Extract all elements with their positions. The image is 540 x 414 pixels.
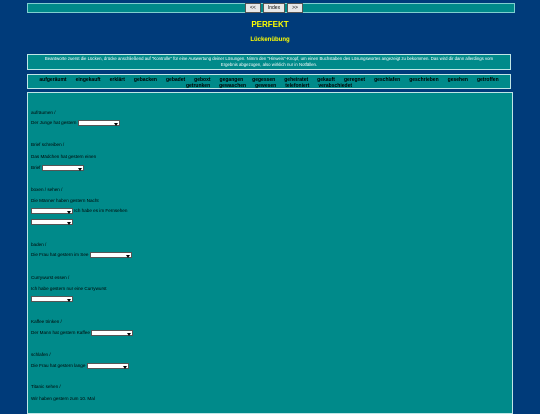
- prev-button[interactable]: <<: [245, 3, 261, 13]
- word-bank: aufgeräumt eingekauft erklärt gebacken gebad…: [27, 74, 511, 89]
- wordbank-item: gesehen: [447, 77, 468, 83]
- sentence: Die Frau hat gestern im See: [31, 252, 132, 258]
- sentence-text: Die Frau hat gestern im See: [31, 252, 89, 258]
- wordbank-item: gebacken: [133, 77, 157, 83]
- sentence: Der Junge hat gestern: [31, 120, 120, 126]
- chevron-down-icon: [67, 298, 71, 302]
- exercise-area: aufräumen / Der Junge hat gestern Brief …: [27, 92, 513, 414]
- sentence: Der Mann hat gestern Kaffee: [31, 330, 134, 336]
- sentence-text: Die Männer haben gestern Nacht: [31, 198, 99, 203]
- cue-text: Currywurst essen /: [31, 275, 70, 280]
- sentence-text: Das Mädchen hat gestern einen: [31, 154, 97, 159]
- wordbank-item: gewaschen: [219, 83, 247, 89]
- cue-text: Titanic sehen /: [31, 384, 61, 389]
- gap-select[interactable]: [41, 165, 84, 171]
- sentence-text: Brief: [31, 165, 41, 171]
- instructions: Beantworte zuerst die Lücken, drücke ans…: [27, 54, 511, 70]
- wordbank-item: geschrieben: [409, 77, 439, 83]
- page-title: PERFEKT: [251, 20, 289, 29]
- cue-text: boxen / sehen /: [31, 187, 63, 192]
- gap-select[interactable]: [91, 330, 134, 336]
- gap-select[interactable]: [86, 363, 129, 369]
- sentence-text: Der Junge hat gestern: [31, 120, 77, 126]
- sentence-text: Ich habe es im Fernsehen: [74, 208, 128, 214]
- cue-text: aufräumen /: [31, 110, 56, 115]
- gap-select[interactable]: [77, 120, 120, 126]
- chevron-down-icon: [67, 210, 71, 214]
- cue-text: schlafen /: [31, 352, 51, 357]
- chevron-down-icon: [113, 122, 118, 126]
- sentence: Ich habe es im Fernsehen: [31, 208, 127, 214]
- wordbank-item: aufgeräumt: [39, 77, 67, 83]
- sentence-text: Der Mann hat gestern Kaffee: [31, 330, 90, 336]
- cue-text: baden /: [31, 242, 47, 247]
- chevron-down-icon: [127, 332, 132, 336]
- wordbank-item: telefoniert: [285, 83, 310, 89]
- wordbank-item: gewesen: [255, 83, 277, 89]
- sentence: [31, 296, 73, 302]
- wordbank-item: verabschiedet: [318, 83, 353, 89]
- sentence: Brief: [31, 165, 84, 171]
- sentence-text: Ich habe gestern nur eine Currywurst: [31, 286, 107, 291]
- gap-select[interactable]: [31, 296, 73, 302]
- wordbank-item: eingekauft: [75, 77, 101, 83]
- sentence-text: Wir haben gestern zum 10. Mal: [31, 396, 95, 401]
- wordbank-item: getroffen: [476, 77, 499, 83]
- wordbank-item: geschlafen: [374, 77, 401, 83]
- navigation: << Index >>: [245, 3, 303, 13]
- gap-select[interactable]: [31, 219, 73, 225]
- wordbank-item: getrunken: [185, 83, 211, 89]
- sentence: [31, 219, 73, 225]
- index-button[interactable]: Index: [262, 3, 286, 13]
- chevron-down-icon: [77, 167, 82, 171]
- chevron-down-icon: [122, 365, 127, 369]
- sentence: Die Frau hat gestern lange: [31, 363, 129, 369]
- gap-select[interactable]: [31, 208, 73, 214]
- cue-text: Kaffee trinken /: [31, 319, 62, 324]
- chevron-down-icon: [67, 221, 71, 225]
- cue-text: Brief schreiben /: [31, 142, 65, 147]
- gap-select[interactable]: [89, 252, 132, 258]
- page-subtitle: Lückenübung: [250, 37, 290, 43]
- wordbank-item: gebadet: [165, 77, 186, 83]
- sentence-text: Die Frau hat gestern lange: [31, 363, 86, 369]
- chevron-down-icon: [125, 254, 130, 258]
- next-button[interactable]: >>: [287, 3, 303, 13]
- wordbank-item: erklärt: [109, 77, 125, 83]
